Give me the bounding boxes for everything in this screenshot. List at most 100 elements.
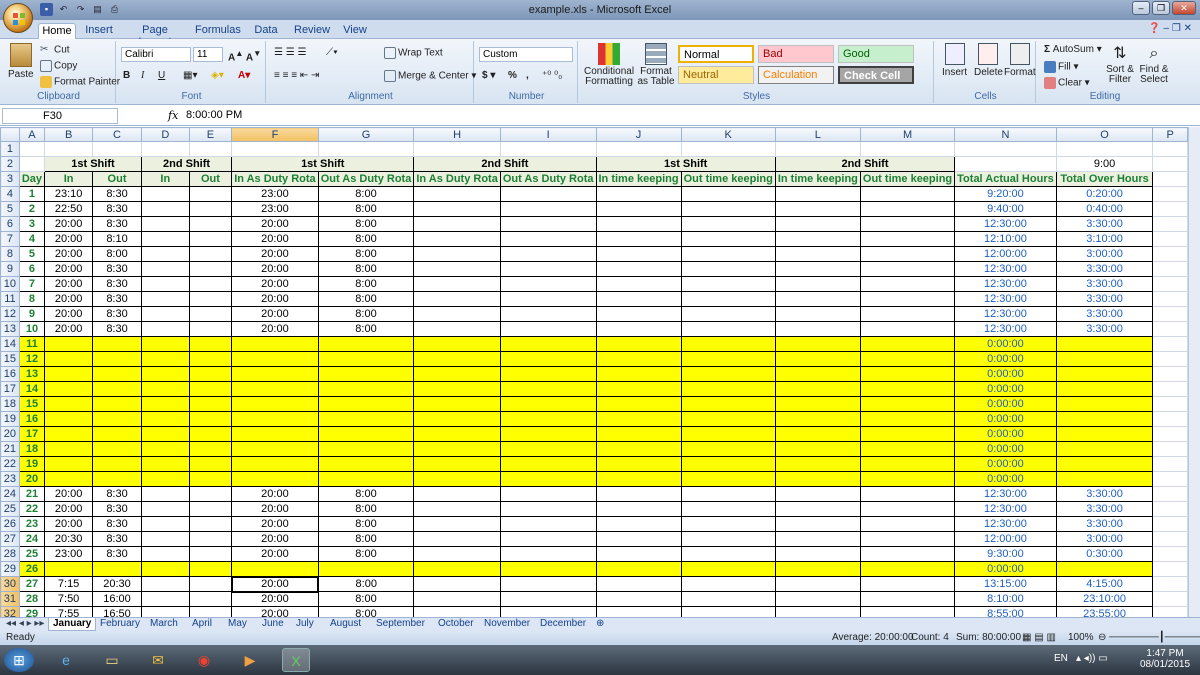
cell[interactable]	[595, 426, 682, 442]
out-cell[interactable]: 8:30	[92, 531, 142, 547]
cell[interactable]	[859, 501, 956, 517]
cell[interactable]	[499, 201, 597, 217]
out-duty-rota-cell[interactable]: 8:00	[317, 216, 415, 232]
cell[interactable]	[595, 411, 682, 427]
day-cell[interactable]: 2	[18, 201, 46, 217]
cell[interactable]	[680, 246, 776, 262]
in-cell[interactable]: 20:00	[44, 486, 94, 502]
total-over-hours-cell[interactable]: 23:55:00	[1055, 606, 1154, 617]
cell[interactable]	[1152, 186, 1188, 202]
cell[interactable]	[413, 141, 501, 157]
cell[interactable]	[1152, 261, 1188, 277]
out-duty-rota-cell[interactable]: 8:00	[317, 546, 415, 562]
cell[interactable]	[774, 516, 861, 532]
cell[interactable]	[499, 306, 597, 322]
cell[interactable]	[859, 231, 956, 247]
sheet-tab-july[interactable]: July	[292, 618, 318, 631]
cell[interactable]	[188, 186, 233, 202]
out-cell[interactable]: 8:30	[92, 306, 142, 322]
day-cell[interactable]: 13	[18, 366, 46, 382]
cell[interactable]	[680, 456, 776, 472]
cell[interactable]	[774, 246, 861, 262]
cell[interactable]	[413, 291, 501, 307]
in-cell[interactable]: 20:00	[44, 291, 94, 307]
cell[interactable]	[413, 381, 501, 397]
cell[interactable]	[140, 576, 190, 592]
total-over-hours-cell[interactable]: 3:00:00	[1055, 246, 1154, 262]
total-over-hours-cell[interactable]: 0:20:00	[1055, 186, 1154, 202]
cell[interactable]	[188, 516, 233, 532]
print-preview-icon[interactable]: ▤	[91, 3, 104, 16]
in-cell[interactable]: 7:15	[44, 576, 94, 592]
cell[interactable]	[774, 471, 861, 487]
tab-insert[interactable]: Insert	[82, 23, 116, 39]
cell[interactable]	[140, 411, 190, 427]
merge-center-button[interactable]: Merge & Center ▾	[384, 70, 476, 82]
cell[interactable]	[859, 381, 956, 397]
row-header[interactable]: 15	[0, 351, 20, 367]
cell[interactable]	[499, 231, 597, 247]
out-duty-rota-cell[interactable]	[317, 411, 415, 427]
total-actual-hours-cell[interactable]: 0:00:00	[954, 336, 1057, 352]
cell[interactable]	[595, 441, 682, 457]
cell[interactable]	[188, 366, 233, 382]
day-cell[interactable]: 24	[18, 531, 46, 547]
cell[interactable]	[499, 441, 597, 457]
row-header[interactable]: 29	[0, 561, 20, 577]
insert-sheet-icon[interactable]: ⊕	[592, 618, 608, 631]
out-duty-rota-cell[interactable]: 8:00	[317, 576, 415, 592]
in-duty-rota-cell[interactable]: 20:00	[230, 575, 320, 593]
cell[interactable]	[680, 471, 776, 487]
cell[interactable]	[499, 366, 597, 382]
day-cell[interactable]: 16	[18, 411, 46, 427]
in-duty-rota-cell[interactable]	[231, 471, 319, 487]
total-over-hours-cell[interactable]: 0:40:00	[1055, 201, 1154, 217]
row-header[interactable]: 6	[0, 216, 20, 232]
in-duty-rota-cell[interactable]	[231, 366, 319, 382]
cell[interactable]	[774, 141, 861, 157]
in-cell[interactable]: 20:00	[44, 321, 94, 337]
cell[interactable]	[188, 501, 233, 517]
out-cell[interactable]	[92, 561, 142, 577]
in-cell[interactable]	[44, 366, 94, 382]
in-duty-rota-cell[interactable]: 20:00	[231, 546, 319, 562]
out-duty-rota-cell[interactable]	[317, 366, 415, 382]
cell[interactable]	[499, 516, 597, 532]
column-header-H[interactable]: H	[413, 127, 501, 142]
cell[interactable]	[140, 321, 190, 337]
excel-taskbar-icon[interactable]: X	[282, 648, 310, 672]
out-duty-rota-cell[interactable]: 8:00	[317, 276, 415, 292]
cell[interactable]	[680, 606, 776, 617]
total-over-hours-cell[interactable]: 3:30:00	[1055, 276, 1154, 292]
minimize-button[interactable]: –	[1132, 1, 1150, 15]
day-cell[interactable]: 19	[18, 456, 46, 472]
out-cell[interactable]: 8:30	[92, 516, 142, 532]
in-duty-rota-cell[interactable]: 20:00	[231, 246, 319, 262]
cut-button[interactable]: ✂ Cut	[40, 44, 70, 56]
sheet-tab-march[interactable]: March	[146, 618, 182, 631]
cell[interactable]	[1152, 141, 1188, 157]
total-over-hours-cell[interactable]: 23:10:00	[1055, 591, 1154, 607]
cell[interactable]	[413, 366, 501, 382]
cell[interactable]	[499, 381, 597, 397]
out-cell[interactable]: 20:30	[92, 576, 142, 592]
total-actual-hours-cell[interactable]: 0:00:00	[954, 456, 1057, 472]
cell[interactable]	[1152, 561, 1188, 577]
cell[interactable]	[595, 261, 682, 277]
cell[interactable]	[140, 381, 190, 397]
out-cell[interactable]	[92, 381, 142, 397]
out-duty-rota-cell[interactable]: 8:00	[317, 531, 415, 547]
tab-review[interactable]: Review	[294, 23, 330, 39]
total-over-hours-cell[interactable]	[1055, 411, 1154, 427]
cell[interactable]	[1152, 201, 1188, 217]
cell[interactable]	[140, 456, 190, 472]
total-actual-hours-cell[interactable]: 12:30:00	[954, 516, 1057, 532]
cell[interactable]	[859, 606, 956, 617]
cell[interactable]	[774, 486, 861, 502]
out-cell[interactable]: 16:50	[92, 606, 142, 617]
cell[interactable]	[1152, 336, 1188, 352]
number-format-select[interactable]: Custom	[479, 47, 573, 62]
clock[interactable]: 1:47 PM 08/01/2015	[1140, 648, 1190, 670]
orientation-button[interactable]: ⟋▾	[326, 47, 338, 58]
cell[interactable]	[1152, 516, 1188, 532]
